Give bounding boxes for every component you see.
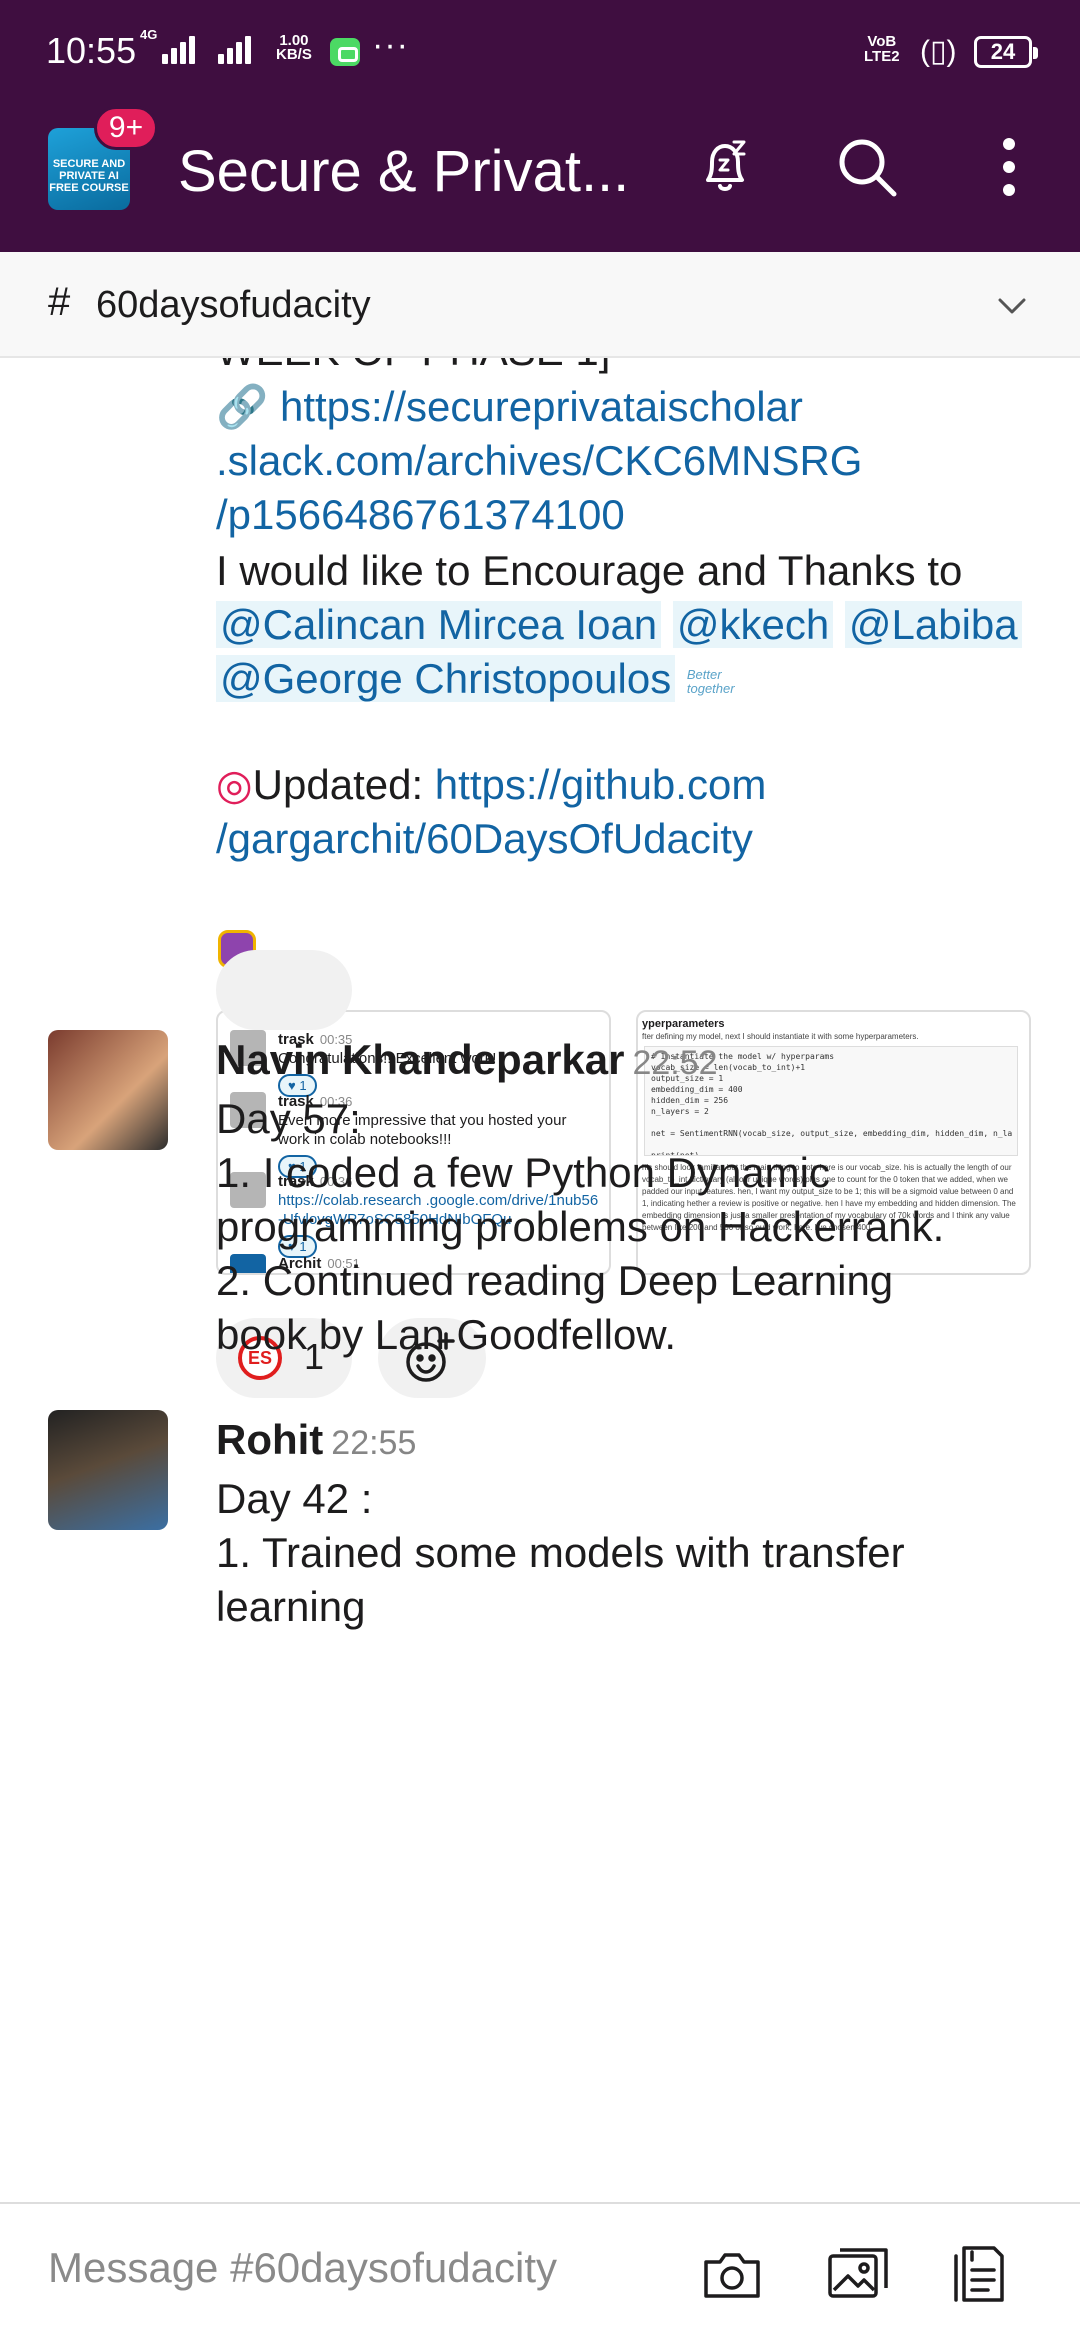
notification-badge: 9+ xyxy=(94,106,158,150)
workspace-name[interactable]: Secure & Privat... xyxy=(178,138,629,205)
message-time: 22:52 xyxy=(632,1044,718,1082)
snooze-bell-icon[interactable] xyxy=(690,132,760,202)
status-time: 10:55 xyxy=(46,30,137,71)
archive-link[interactable]: https://secureprivataischolar .slack.com… xyxy=(216,383,862,538)
doc-heading: yperparameters xyxy=(642,1018,725,1030)
avatar[interactable] xyxy=(48,1030,168,1150)
message-time: 22:55 xyxy=(331,1424,417,1462)
camera-icon[interactable] xyxy=(700,2242,764,2306)
channel-bar[interactable]: # 60daysofudacity xyxy=(0,252,1080,358)
updated-block: ◎Updated: https://github.com /gargarchit… xyxy=(216,758,1016,866)
sender-name[interactable]: Navin Khandeparkar xyxy=(216,1036,624,1083)
message-sender[interactable]: Navin Khandeparkar 22:52 xyxy=(216,1036,718,1084)
more-vertical-icon[interactable] xyxy=(974,132,1044,202)
network-label: 4G xyxy=(140,27,158,42)
encourage-text: I would like to Encourage and Thanks to xyxy=(216,547,963,594)
better-together-emoji: Better together xyxy=(686,666,735,696)
updated-label: Updated: xyxy=(252,761,424,808)
more-notifications-icon: ··· xyxy=(372,26,409,64)
mention-labiba[interactable]: @Labiba xyxy=(844,601,1022,648)
network-speed: 1.00 KB/S xyxy=(276,33,312,63)
status-bar: 10:55 4G 1.00 KB/S ··· VoB LTE2 (▯) 24 xyxy=(0,0,1080,84)
message-link-block: 🔗 https://secureprivataischolar .slack.c… xyxy=(216,380,1016,542)
chat-notification-icon xyxy=(330,38,360,66)
sender-name[interactable]: Rohit xyxy=(216,1416,323,1463)
message-feed[interactable]: WEEK OF PHASE 1] 🔗 https://secureprivata… xyxy=(0,358,1080,2202)
target-emoji-icon: ◎ xyxy=(216,761,253,808)
message-composer[interactable]: Message #60daysofudacity xyxy=(0,2202,1080,2340)
channel-name[interactable]: 60daysofudacity xyxy=(96,284,371,327)
message-input[interactable]: Message #60daysofudacity xyxy=(48,2244,557,2292)
search-icon[interactable] xyxy=(832,132,902,202)
message-sender[interactable]: Rohit 22:55 xyxy=(216,1416,416,1464)
message-body: Day 42 : 1. Trained some models with tra… xyxy=(216,1475,905,1630)
encourage-block: I would like to Encourage and Thanks to … xyxy=(216,544,1076,706)
volte-indicator: VoB LTE2 xyxy=(864,34,900,64)
mention-george[interactable]: @George Christopoulos xyxy=(216,655,676,702)
message-body: Day 57: 1. I coded a few Python Dynamic … xyxy=(216,1095,945,1358)
speed-unit: KB/S xyxy=(276,46,312,63)
vibrate-icon: (▯) xyxy=(920,35,957,68)
message-cut-line: WEEK OF PHASE 1] xyxy=(216,358,610,378)
gallery-icon[interactable] xyxy=(826,2242,890,2306)
signal-4g-icon: 4G xyxy=(140,27,196,64)
chevron-down-icon[interactable] xyxy=(994,288,1030,324)
files-icon[interactable] xyxy=(950,2242,1014,2306)
link-icon: 🔗 xyxy=(216,383,269,430)
app-header: SECURE AND PRIVATE AI FREE COURSE 9+ Sec… xyxy=(0,84,1080,252)
volte-line2: LTE2 xyxy=(864,48,900,65)
channel-hash: # xyxy=(48,280,71,324)
mention-calincan[interactable]: @Calincan Mircea Ioan xyxy=(216,601,662,648)
avatar[interactable] xyxy=(48,1410,168,1530)
mention-kkech[interactable]: @kkech xyxy=(672,601,834,648)
signal-icon xyxy=(218,28,251,64)
volte-line1: VoB xyxy=(867,33,897,50)
battery-indicator: 24 xyxy=(974,36,1038,68)
